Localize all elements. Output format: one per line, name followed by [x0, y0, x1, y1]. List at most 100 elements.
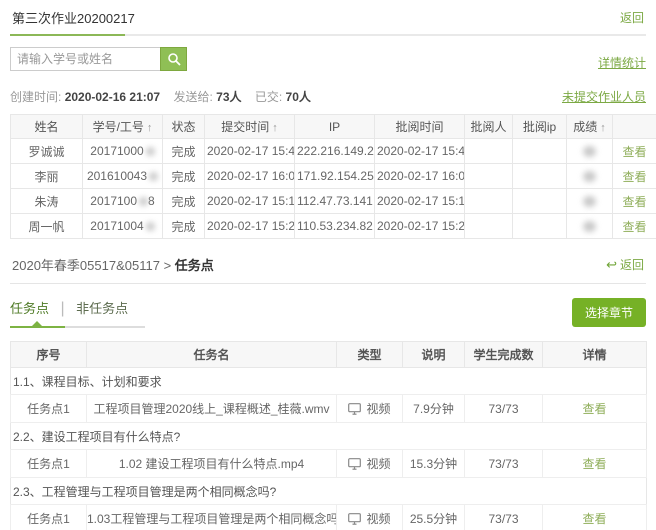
col-seq: 序号 — [11, 342, 87, 368]
cell-review-ip — [513, 189, 567, 214]
cell-duration: 15.3分钟 — [403, 450, 465, 478]
table-row: 朱涛 20171008 完成 2020-02-17 15:18 112.47.7… — [11, 189, 656, 214]
cell-action: 查看 — [613, 164, 656, 189]
redacted-score — [583, 221, 596, 232]
cell-student-id: 20171000 — [83, 139, 163, 164]
cell-ip: 171.92.154.252 — [295, 164, 375, 189]
cell-name: 罗诚诚 — [11, 139, 83, 164]
tabs-row: 任务点 | 非任务点 选择章节 — [10, 298, 646, 328]
col-action — [613, 115, 656, 139]
search-row: 详情统计 — [10, 47, 646, 71]
breadcrumb-current: 任务点 — [175, 258, 214, 273]
sort-icon[interactable]: ↑ — [600, 122, 606, 134]
created-value: 2020-02-16 21:07 — [65, 90, 160, 104]
created-label: 创建时间: — [10, 90, 61, 104]
cell-score — [567, 189, 613, 214]
cell-seq: 任务点1 — [11, 505, 87, 530]
sort-icon[interactable]: ↑ — [272, 122, 278, 134]
view-link[interactable]: 查看 — [622, 170, 646, 184]
cell-score — [567, 214, 613, 239]
breadcrumb-course[interactable]: 2020年春季05517&05117 — [12, 258, 160, 273]
cell-review-ip — [513, 139, 567, 164]
sort-icon[interactable]: ↑ — [147, 122, 153, 134]
breadcrumb: 2020年春季05517&05117 > 任务点 ↩ 返回 — [10, 255, 646, 284]
back-arrow-icon: ↩ — [606, 257, 617, 273]
view-link[interactable]: 查看 — [622, 220, 646, 234]
redacted-digits — [139, 197, 148, 206]
redacted-score — [583, 171, 596, 182]
view-link[interactable]: 查看 — [622, 145, 646, 159]
view-link[interactable]: 查看 — [582, 512, 606, 526]
cell-review-ip — [513, 214, 567, 239]
assignment-meta: 创建时间: 2020-02-16 21:07 发送给: 73人 已交: 70人 — [10, 88, 321, 105]
video-monitor-icon — [348, 458, 361, 470]
col-duration: 说明 — [403, 342, 465, 368]
cell-type: 视频 — [337, 505, 403, 530]
cell-score — [567, 164, 613, 189]
cell-status: 完成 — [163, 164, 205, 189]
col-completed: 学生完成数 — [465, 342, 543, 368]
cell-ip: 222.216.149.226 — [295, 139, 375, 164]
tab-task-points[interactable]: 任务点 — [10, 301, 49, 316]
task-row: 任务点1 1.02 建设工程项目有什么特点.mp4 视频 15.3分钟 73/7… — [11, 450, 647, 478]
back-link-label[interactable]: 返回 — [620, 256, 644, 273]
page-title: 第三次作业20200217 — [12, 8, 135, 27]
view-link[interactable]: 查看 — [622, 195, 646, 209]
breadcrumb-separator: > — [164, 258, 172, 273]
redacted-score — [583, 196, 596, 207]
cell-status: 完成 — [163, 139, 205, 164]
task-row: 任务点1 1.03工程管理与工程项目管理是两个相同概念吗? .mp4 视频 25… — [11, 505, 647, 530]
cell-student-id: 201610043 — [83, 164, 163, 189]
tasks-table: 序号 任务名 类型 说明 学生完成数 详情 1.1、课程目标、计划和要求 任务点… — [10, 341, 647, 530]
cell-detail: 查看 — [543, 395, 647, 423]
cell-review-time: 2020-02-17 15:18 — [375, 189, 465, 214]
unsubmitted-link[interactable]: 未提交作业人员 — [562, 88, 646, 105]
tab-non-task-points[interactable]: 非任务点 — [76, 301, 128, 316]
col-reviewer: 批阅人 — [465, 115, 513, 139]
col-name: 姓名 — [11, 115, 83, 139]
col-ip: IP — [295, 115, 375, 139]
col-task-name: 任务名 — [87, 342, 337, 368]
cell-type: 视频 — [337, 450, 403, 478]
table-row: 周一帆 20171004 完成 2020-02-17 15:23 110.53.… — [11, 214, 656, 239]
col-submit-time[interactable]: 提交时间↑ — [205, 115, 295, 139]
tab-underline — [10, 326, 145, 328]
col-review-time: 批阅时间 — [375, 115, 465, 139]
chapter-title: 2.2、建设工程项目有什么特点? — [11, 423, 647, 450]
cell-action: 查看 — [613, 189, 656, 214]
title-active-underline — [10, 34, 125, 36]
col-score[interactable]: 成绩↑ — [567, 115, 613, 139]
tab-separator: | — [60, 300, 64, 317]
cell-ip: 112.47.73.141 — [295, 189, 375, 214]
cell-status: 完成 — [163, 214, 205, 239]
cell-detail: 查看 — [543, 450, 647, 478]
search-button[interactable] — [160, 47, 187, 71]
cell-task-name: 工程项目管理2020线上_课程概述_桂薇.wmv — [87, 395, 337, 423]
view-link[interactable]: 查看 — [582, 402, 606, 416]
back-link-tasks[interactable]: ↩ 返回 — [606, 256, 644, 273]
title-divider — [10, 34, 646, 36]
view-link[interactable]: 查看 — [582, 457, 606, 471]
table-row: 罗诚诚 20171000 完成 2020-02-17 15:42 222.216… — [11, 139, 656, 164]
stats-link[interactable]: 详情统计 — [598, 54, 646, 71]
tab-active-triangle — [32, 321, 42, 326]
submitted-value: 70人 — [286, 90, 311, 104]
cell-completed: 73/73 — [465, 505, 543, 530]
cell-duration: 25.5分钟 — [403, 505, 465, 530]
cell-submit-time: 2020-02-17 15:42 — [205, 139, 295, 164]
submissions-table: 姓名 学号/工号↑ 状态 提交时间↑ IP 批阅时间 批阅人 批阅ip 成绩↑ … — [10, 114, 656, 239]
cell-seq: 任务点1 — [11, 450, 87, 478]
col-student-id[interactable]: 学号/工号↑ — [83, 115, 163, 139]
select-chapter-button[interactable]: 选择章节 — [572, 298, 646, 327]
chapter-section-row: 1.1、课程目标、计划和要求 — [11, 368, 647, 395]
cell-submit-time: 2020-02-17 15:18 — [205, 189, 295, 214]
redacted-digits — [146, 147, 155, 156]
chapter-section-row: 2.2、建设工程项目有什么特点? — [11, 423, 647, 450]
cell-submit-time: 2020-02-17 16:01 — [205, 164, 295, 189]
cell-student-id: 20171008 — [83, 189, 163, 214]
back-link-top[interactable]: 返回 — [620, 9, 644, 26]
cell-type: 视频 — [337, 395, 403, 423]
search-input[interactable] — [10, 47, 160, 71]
redacted-score — [583, 146, 596, 157]
submitted-label: 已交: — [255, 90, 282, 104]
